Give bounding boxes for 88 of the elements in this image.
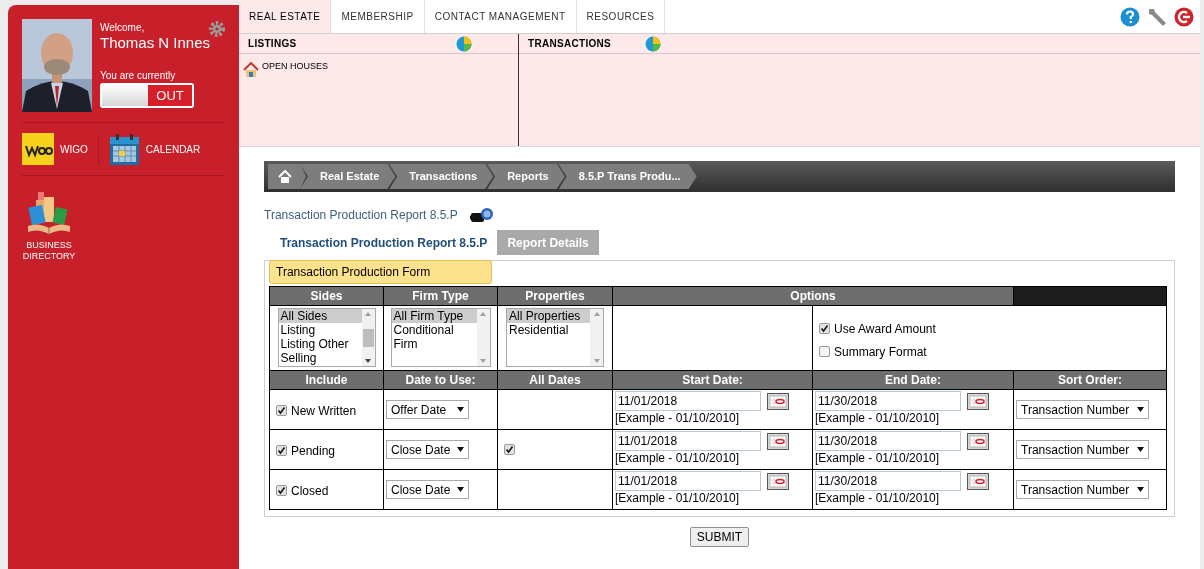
date-field[interactable]: 11/30/2018 xyxy=(815,471,961,491)
logout-icon[interactable] xyxy=(1174,6,1194,27)
submit-button[interactable]: SUBMIT xyxy=(689,527,750,547)
list-option[interactable]: Listing xyxy=(278,323,362,337)
list-box[interactable]: All Properties Residential xyxy=(506,308,604,367)
list-option[interactable]: Residential xyxy=(507,323,590,337)
buildings-book-icon[interactable] xyxy=(26,192,72,236)
option-label: Summary Format xyxy=(834,343,927,361)
date-example-text: [Example - 01/10/2010] xyxy=(615,451,741,465)
date-example-text: [Example - 01/10/2010] xyxy=(615,411,741,425)
caret-icon xyxy=(457,447,464,452)
calendar-button-icon[interactable] xyxy=(767,472,789,490)
list-box[interactable]: All Sides Listing Listing Other Selling xyxy=(277,308,376,367)
calendar-button-icon[interactable] xyxy=(967,472,989,490)
panel-title: LISTINGS xyxy=(248,37,297,51)
pie-chart-icon[interactable] xyxy=(645,35,662,52)
list-option[interactable]: All Firm Type xyxy=(391,309,477,323)
include-label: New Written xyxy=(291,402,357,420)
date-field[interactable]: 11/01/2018 xyxy=(615,431,761,451)
checkbox[interactable] xyxy=(819,346,830,357)
date-example-text: [Example - 01/10/2010] xyxy=(815,491,941,505)
calendar-icon[interactable] xyxy=(108,133,140,165)
welcome-text: Welcome, xyxy=(100,22,145,34)
breadcrumb-item[interactable]: 8.5.P Trans Produ... xyxy=(558,164,697,189)
caret-icon xyxy=(1137,487,1144,492)
caret-icon xyxy=(457,407,464,412)
date-example-text: [Example - 01/10/2010] xyxy=(815,411,941,425)
caret-icon xyxy=(1137,407,1144,412)
nav-tab[interactable]: REAL ESTATE xyxy=(239,0,332,33)
list-option[interactable]: Selling xyxy=(278,351,362,365)
date-example-text: [Example - 01/10/2010] xyxy=(615,491,741,505)
scrollbar[interactable] xyxy=(361,309,375,366)
option-label: Use Award Amount xyxy=(834,320,936,338)
calendar-button-icon[interactable] xyxy=(967,432,989,450)
include-label: Closed xyxy=(291,482,329,500)
calendar-button-icon[interactable] xyxy=(767,392,789,410)
panel-title: TRANSACTIONS xyxy=(528,37,612,51)
status-text: You are currently xyxy=(100,70,177,82)
home-crumb[interactable] xyxy=(268,164,306,189)
include-label: Pending xyxy=(291,442,336,460)
dropdown[interactable]: Close Date xyxy=(386,480,469,499)
date-field[interactable]: 11/01/2018 xyxy=(615,391,761,411)
dropdown[interactable]: Transaction Number xyxy=(1016,440,1149,459)
wigo-logo-icon[interactable] xyxy=(22,133,54,165)
date-field[interactable]: 11/30/2018 xyxy=(815,391,961,411)
breadcrumb-item[interactable]: Real Estate xyxy=(300,164,396,189)
date-field[interactable]: 11/01/2018 xyxy=(615,471,761,491)
pie-chart-icon[interactable] xyxy=(455,35,472,52)
home-icon xyxy=(278,169,292,184)
app-label[interactable]: WIGO xyxy=(60,141,88,157)
caret-icon xyxy=(1137,447,1144,452)
status-toggle[interactable]: OUT xyxy=(100,83,194,108)
checkbox[interactable] xyxy=(276,445,287,456)
dropdown[interactable]: Transaction Number xyxy=(1016,480,1149,499)
scroll-down-icon[interactable] xyxy=(365,359,371,363)
calendar-button-icon[interactable] xyxy=(967,392,989,410)
dropdown[interactable]: Close Date xyxy=(386,440,469,459)
dropdown[interactable]: Transaction Number xyxy=(1016,400,1149,419)
list-option[interactable]: All Sides xyxy=(278,309,362,323)
app-label[interactable]: CALENDAR xyxy=(145,141,201,157)
dropdown[interactable]: Offer Date xyxy=(386,400,469,419)
app-label[interactable]: BUSINESS DIRECTORY xyxy=(22,240,76,262)
column-header: Options xyxy=(612,286,1014,306)
panel-link[interactable]: OPEN HOUSES xyxy=(262,60,328,74)
page-title: Transaction Production Report 8.5.P xyxy=(264,207,458,224)
date-example-text: [Example - 01/10/2010] xyxy=(815,451,941,465)
checkbox[interactable] xyxy=(276,485,287,496)
list-option[interactable]: All Properties xyxy=(507,309,590,323)
checkbox[interactable] xyxy=(276,405,287,416)
user-name: Thomas N Innes xyxy=(100,34,212,52)
caret-icon xyxy=(457,487,464,492)
checkbox[interactable] xyxy=(819,323,830,334)
list-box[interactable]: All Firm Type Conditional Firm xyxy=(390,308,491,367)
calendar-button-icon[interactable] xyxy=(767,432,789,450)
list-option[interactable]: Conditional xyxy=(391,323,477,337)
house-icon[interactable] xyxy=(243,62,259,78)
list-option[interactable]: Firm xyxy=(391,337,477,351)
date-field[interactable]: 11/30/2018 xyxy=(815,431,961,451)
help-icon[interactable] xyxy=(1120,6,1140,27)
list-option[interactable]: Listing Other xyxy=(278,337,362,351)
form-title: Transaction Production Form xyxy=(269,260,492,284)
checkbox[interactable] xyxy=(504,443,515,455)
column-header: Sides xyxy=(269,286,384,306)
column-header: Properties xyxy=(497,286,613,306)
column-header: Firm Type xyxy=(383,286,498,306)
video-help-icon[interactable] xyxy=(469,207,494,223)
breadcrumb-item[interactable]: Transactions xyxy=(389,164,494,189)
breadcrumb-item[interactable]: Reports xyxy=(487,164,565,189)
